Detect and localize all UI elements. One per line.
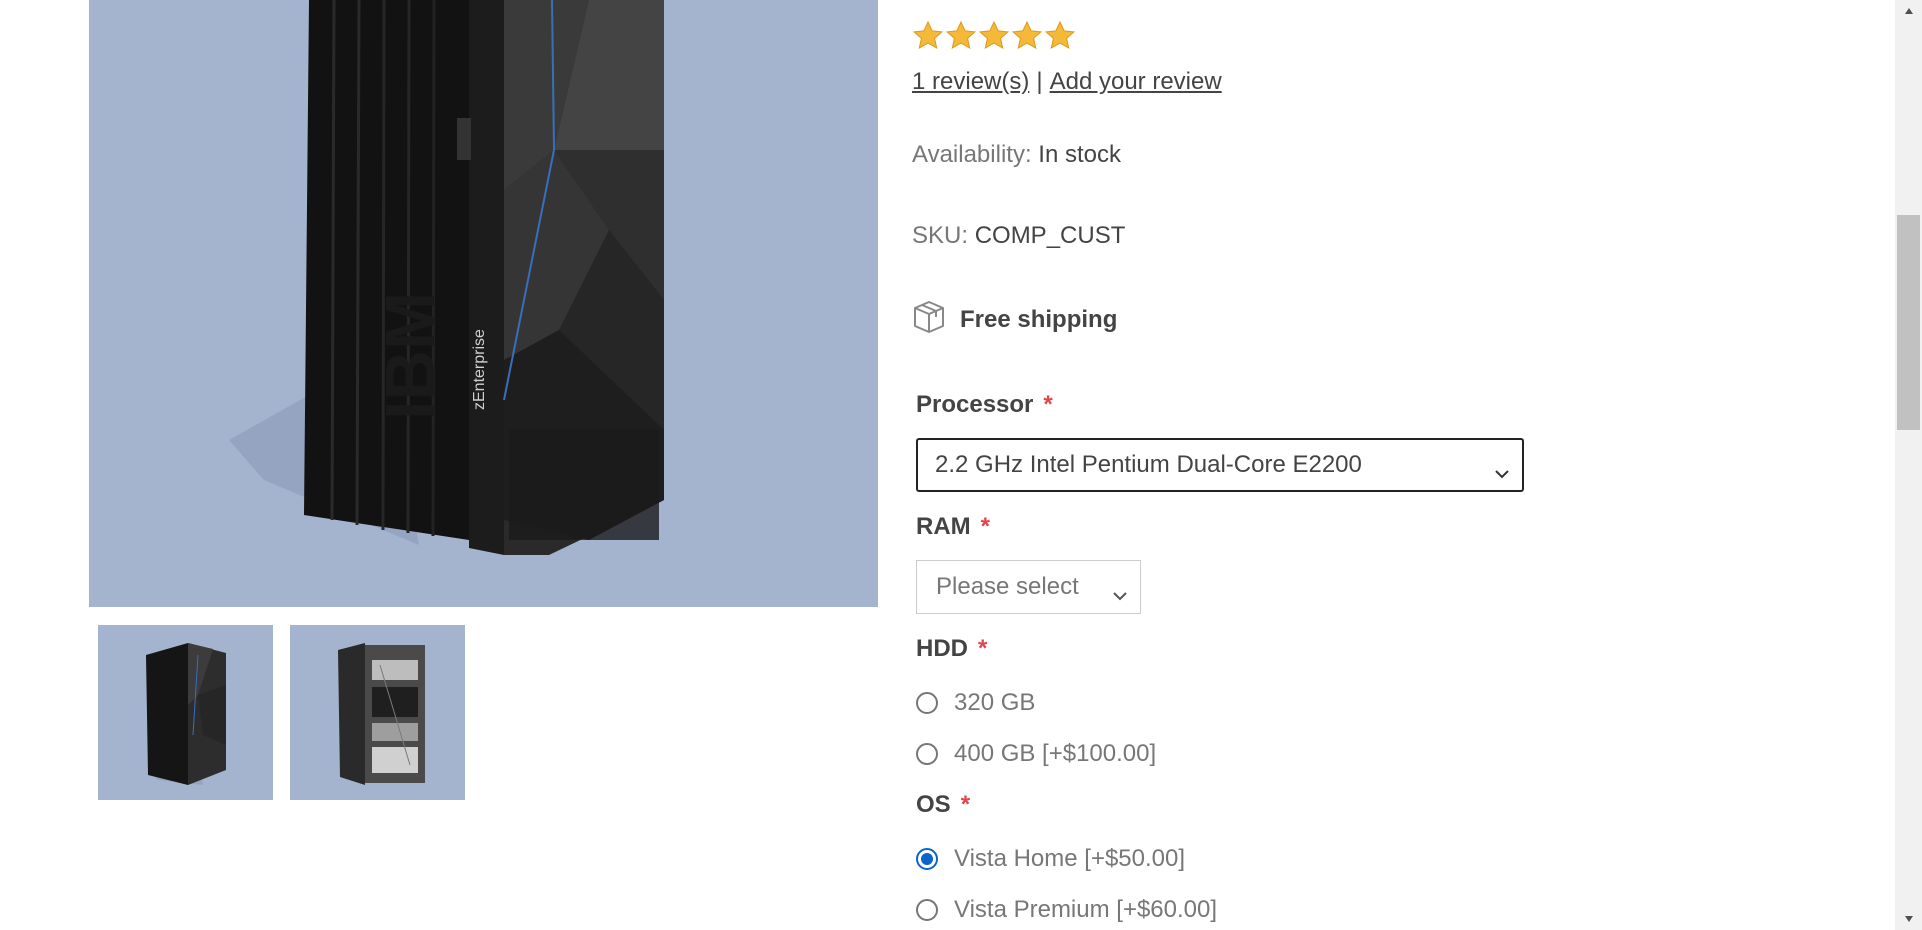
product-page: zEnterprise IBM 1 review(s) | Add your r… — [0, 0, 1922, 930]
thumbnail-closed-mainframe-image — [146, 643, 226, 785]
hdd-label: HDD * — [916, 635, 987, 663]
os-option-vista-premium[interactable]: Vista Premium [+$60.00] — [916, 896, 1217, 924]
hdd-option-320gb[interactable]: 320 GB — [916, 689, 1035, 717]
os-label-text: OS — [916, 791, 951, 818]
os-option-vista-home[interactable]: Vista Home [+$50.00] — [916, 845, 1185, 873]
sku-value: COMP_CUST — [974, 222, 1126, 249]
os-option-label: Vista Home [+$50.00] — [954, 845, 1186, 872]
ram-select[interactable]: Please select — [916, 560, 1141, 614]
processor-label: Processor * — [916, 391, 1053, 419]
ram-label-text: RAM — [916, 513, 971, 540]
hdd-option-label: 400 GB [+$100.00] — [954, 740, 1157, 767]
mainframe-image: zEnterprise IBM — [229, 0, 664, 555]
main-product-picture[interactable]: zEnterprise IBM — [89, 0, 878, 607]
thumbnail-2[interactable] — [290, 625, 465, 800]
hdd-option-label: 320 GB — [954, 689, 1036, 716]
star-icon — [1044, 20, 1076, 50]
os-option-label: Vista Premium [+$60.00] — [954, 896, 1218, 923]
required-marker: * — [1043, 391, 1053, 418]
free-shipping-label: Free shipping — [960, 305, 1118, 333]
star-icon — [978, 20, 1010, 50]
ram-label: RAM * — [916, 513, 990, 541]
hdd-option-400gb[interactable]: 400 GB [+$100.00] — [916, 740, 1156, 768]
os-radio-vista-home[interactable] — [916, 848, 938, 870]
svg-text:zEnterprise: zEnterprise — [471, 329, 488, 410]
star-icon — [1011, 20, 1043, 50]
thumbnail-open-mainframe-image — [338, 643, 425, 785]
availability: Availability: In stock — [912, 141, 1121, 169]
availability-value: In stock — [1038, 141, 1121, 168]
scroll-up-arrow-icon[interactable] — [1895, 0, 1922, 22]
chevron-down-icon — [1494, 459, 1510, 487]
sku-label: SKU: — [912, 222, 969, 249]
package-icon — [912, 299, 946, 340]
ram-selected-value: Please select — [936, 573, 1079, 600]
availability-label: Availability: — [912, 141, 1032, 168]
free-shipping: Free shipping — [912, 299, 1117, 340]
hdd-radio-320gb[interactable] — [916, 692, 938, 714]
processor-select[interactable]: 2.2 GHz Intel Pentium Dual-Core E2200 — [916, 438, 1524, 492]
page-scrollbar[interactable] — [1895, 0, 1922, 930]
sku: SKU: COMP_CUST — [912, 222, 1125, 250]
product-reviews-overview: 1 review(s) | Add your review — [912, 68, 1222, 96]
required-marker: * — [980, 513, 990, 540]
os-label: OS * — [916, 791, 970, 819]
svg-text:IBM: IBM — [371, 292, 449, 420]
required-marker: * — [978, 635, 988, 662]
hdd-label-text: HDD — [916, 635, 968, 662]
star-icon — [945, 20, 977, 50]
scrollbar-thumb[interactable] — [1897, 215, 1920, 430]
thumbnail-1[interactable] — [98, 625, 273, 800]
star-icon — [912, 20, 944, 50]
product-rating — [912, 20, 1076, 54]
processor-label-text: Processor — [916, 391, 1034, 418]
reviews-link[interactable]: 1 review(s) — [912, 68, 1029, 95]
processor-selected-value: 2.2 GHz Intel Pentium Dual-Core E2200 — [935, 451, 1362, 478]
reviews-separator: | — [1036, 68, 1043, 95]
add-review-link[interactable]: Add your review — [1050, 68, 1222, 95]
chevron-down-icon — [1112, 581, 1128, 609]
os-radio-vista-premium[interactable] — [916, 899, 938, 921]
hdd-radio-400gb[interactable] — [916, 743, 938, 765]
required-marker: * — [960, 791, 971, 818]
scroll-down-arrow-icon[interactable] — [1895, 908, 1922, 930]
